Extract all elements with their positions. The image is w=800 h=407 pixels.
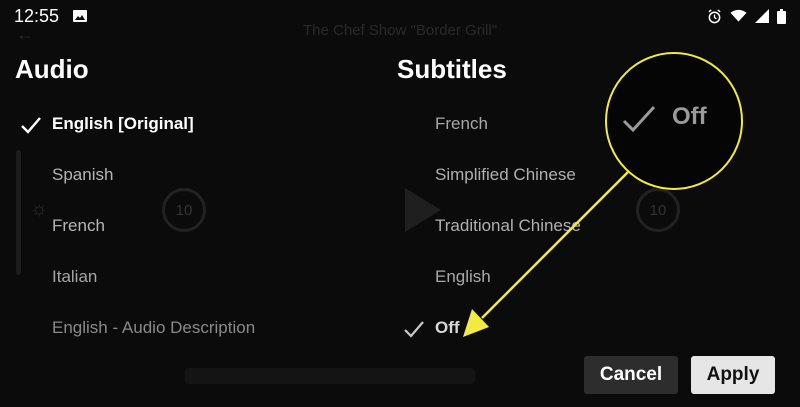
status-time: 12:55 <box>14 5 60 26</box>
status-left: 12:55 <box>14 5 88 27</box>
status-bar: 12:55 <box>0 0 800 32</box>
apply-button[interactable]: Apply <box>691 356 775 394</box>
battery-icon <box>777 8 786 24</box>
image-icon <box>73 10 88 22</box>
wifi-icon <box>730 9 747 22</box>
callout-arrow <box>463 171 629 337</box>
cancel-button[interactable]: Cancel <box>584 356 678 394</box>
signal-icon <box>755 9 769 23</box>
status-right <box>707 8 786 24</box>
alarm-icon <box>708 8 721 23</box>
